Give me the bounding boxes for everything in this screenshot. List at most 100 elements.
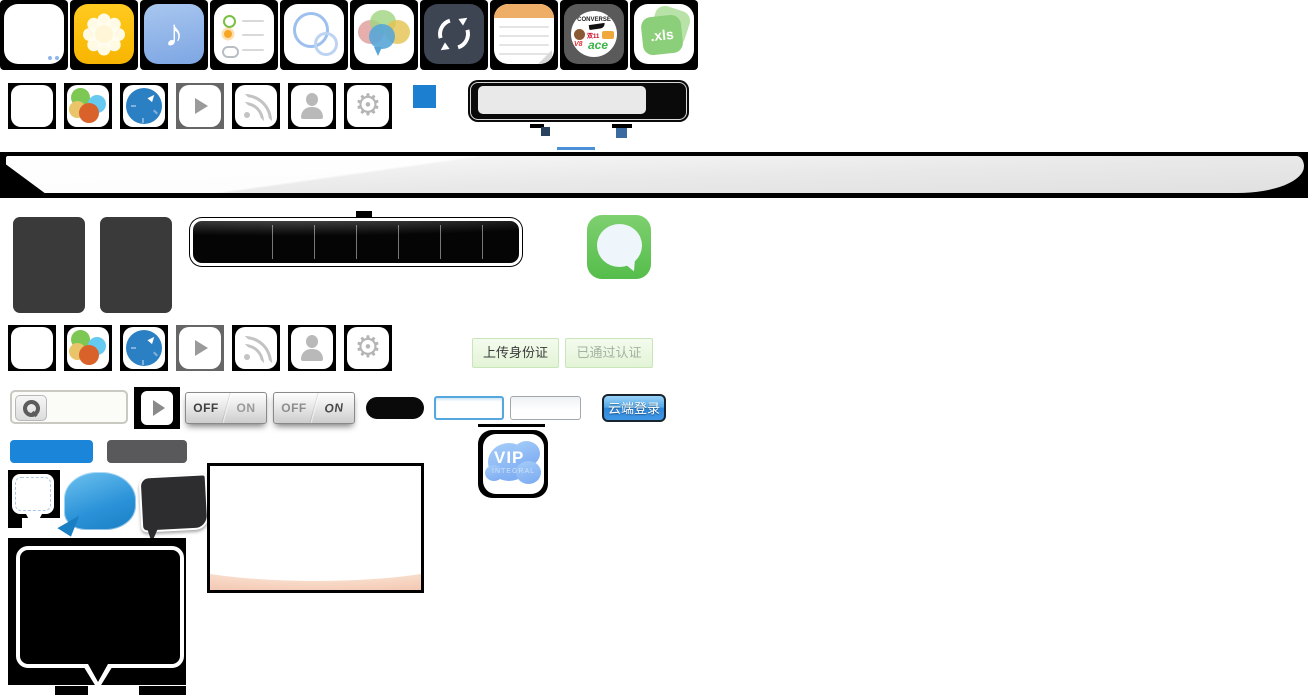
icon-cell bbox=[232, 325, 280, 371]
brands-collage-icon[interactable]: CONVERSE 双11 V8 ace bbox=[564, 4, 624, 64]
black-speech-bubble[interactable] bbox=[16, 546, 184, 668]
notes-app-icon[interactable] bbox=[494, 4, 554, 64]
black-pill bbox=[366, 397, 424, 419]
text-input-focused[interactable] bbox=[434, 396, 504, 420]
search-input[interactable] bbox=[478, 86, 646, 114]
icon-cell bbox=[8, 325, 56, 371]
person-body bbox=[301, 107, 323, 119]
blue-ball-icon[interactable] bbox=[123, 85, 165, 127]
reminders-list-icon[interactable] bbox=[214, 4, 274, 64]
segmented-glossy-bar[interactable] bbox=[190, 218, 522, 266]
list-line bbox=[242, 20, 264, 22]
dot-decoration bbox=[48, 56, 52, 60]
white-speech-bubble[interactable] bbox=[12, 474, 54, 514]
blue-bubble-tail bbox=[57, 509, 82, 536]
rss-arc-large bbox=[245, 336, 272, 363]
tick bbox=[142, 118, 144, 123]
app-icon-cell bbox=[70, 0, 138, 70]
gear-tile-icon[interactable]: ⚙ bbox=[347, 327, 389, 369]
page-curl bbox=[538, 50, 552, 64]
blue-ball-icon[interactable] bbox=[123, 327, 165, 369]
search-field[interactable] bbox=[10, 390, 128, 424]
cloud-login-button[interactable]: 云端登录 bbox=[602, 394, 666, 422]
icon-cell bbox=[176, 83, 224, 129]
icon-cell bbox=[8, 83, 56, 129]
vip-badge[interactable]: VIP INTEGRAL bbox=[483, 434, 544, 494]
app-icon-cell bbox=[210, 0, 278, 70]
sprite-sheet-canvas: ♪ bbox=[0, 0, 1315, 700]
brands-circle: CONVERSE 双11 V8 ace bbox=[571, 11, 617, 57]
sync-refresh-icon[interactable] bbox=[424, 4, 484, 64]
icon-cell bbox=[288, 83, 336, 129]
blank-app-icon[interactable] bbox=[4, 4, 64, 64]
magnifier-button[interactable] bbox=[15, 395, 47, 421]
toggle-switch-on-state[interactable]: OFF ON bbox=[273, 392, 355, 424]
upload-id-button[interactable]: 上传身份证 bbox=[472, 338, 559, 368]
blue-bubble-icon bbox=[369, 24, 395, 49]
message-bubble bbox=[597, 224, 642, 267]
icon-cell bbox=[120, 83, 168, 129]
monkey-logo-icon bbox=[574, 29, 585, 40]
app-icon-cell bbox=[0, 0, 68, 70]
play-tile-icon[interactable] bbox=[179, 85, 221, 127]
person-tile-icon[interactable] bbox=[291, 85, 333, 127]
xls-file-icon[interactable]: .xls bbox=[634, 4, 694, 64]
dot-decoration bbox=[55, 56, 59, 60]
app-icon-cell: ♪ bbox=[140, 0, 208, 70]
text-input[interactable] bbox=[510, 396, 581, 420]
play-tile-frame bbox=[134, 387, 180, 429]
orange-circle bbox=[79, 103, 99, 123]
flower-center bbox=[95, 25, 113, 43]
segmented-bar-gloss bbox=[193, 221, 519, 244]
toggle-split bbox=[221, 393, 231, 423]
blank-tile-icon[interactable] bbox=[11, 85, 53, 127]
blank-tile-icon[interactable] bbox=[11, 327, 53, 369]
color-circles-icon[interactable] bbox=[67, 85, 109, 127]
green-ring-icon bbox=[223, 15, 236, 28]
list-line bbox=[242, 34, 264, 36]
toggle-off-label: OFF bbox=[274, 393, 314, 423]
bubble-tail bbox=[374, 47, 382, 56]
blue-speech-bubble[interactable] bbox=[64, 472, 136, 530]
gear-icon: ⚙ bbox=[355, 89, 382, 122]
icon-cell: ⚙ bbox=[344, 83, 392, 129]
message-bubble-tail bbox=[624, 261, 637, 273]
toggle-switch-off-state[interactable]: OFF ON bbox=[185, 392, 267, 424]
rss-tile-icon[interactable] bbox=[235, 85, 277, 127]
music-app-icon[interactable]: ♪ bbox=[144, 4, 204, 64]
brand-v8-label: V8 bbox=[574, 41, 583, 48]
blue-square-swatch bbox=[413, 85, 436, 108]
gear-tile-icon[interactable]: ⚙ bbox=[347, 85, 389, 127]
verified-button[interactable]: 已通过认证 bbox=[565, 338, 653, 368]
notes-line bbox=[499, 44, 549, 46]
messages-app-icon[interactable] bbox=[587, 215, 651, 279]
white-bubble-tail bbox=[26, 514, 42, 529]
small-play-tile[interactable] bbox=[141, 391, 173, 425]
dark-speech-bubble[interactable] bbox=[139, 473, 210, 532]
icon-cell bbox=[64, 325, 112, 371]
person-tile-icon[interactable] bbox=[291, 327, 333, 369]
rss-tile-icon[interactable] bbox=[235, 327, 277, 369]
search-button[interactable] bbox=[650, 84, 684, 118]
bubble-tail bbox=[88, 664, 108, 682]
search-bar-container bbox=[468, 80, 689, 122]
xls-label: .xls bbox=[640, 14, 684, 56]
blue-button[interactable] bbox=[10, 440, 93, 463]
color-circles-icon[interactable] bbox=[67, 327, 109, 369]
notes-header bbox=[494, 4, 554, 18]
person-head bbox=[306, 93, 318, 106]
icon-cell bbox=[176, 325, 224, 371]
music-note-icon: ♪ bbox=[165, 13, 184, 55]
vip-sublabel: INTEGRAL bbox=[492, 468, 535, 475]
photos-flower-icon[interactable] bbox=[74, 4, 134, 64]
chat-bubbles-app-icon[interactable] bbox=[354, 4, 414, 64]
circles-app-icon[interactable] bbox=[284, 4, 344, 64]
play-icon bbox=[153, 400, 165, 416]
small-circle-icon bbox=[314, 32, 338, 56]
notes-line bbox=[499, 26, 549, 28]
toggle-on-label: ON bbox=[226, 393, 266, 423]
app-icon-cell: CONVERSE 双11 V8 ace bbox=[560, 0, 628, 70]
play-tile-icon[interactable] bbox=[179, 327, 221, 369]
gray-button[interactable] bbox=[107, 440, 187, 463]
banner-left-notch bbox=[0, 160, 46, 194]
